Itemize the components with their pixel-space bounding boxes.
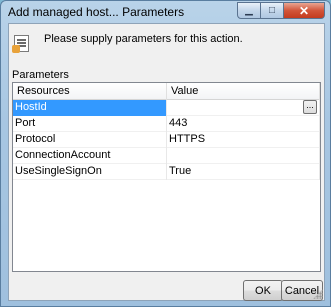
table-row[interactable]: UseSingleSignOn True bbox=[13, 164, 320, 180]
parameters-grid[interactable]: Resources Value HostId ... Port 443 Prot… bbox=[12, 82, 321, 272]
value-cell[interactable]: True bbox=[167, 164, 320, 180]
dialog-body: Please supply parameters for this action… bbox=[8, 23, 325, 301]
grid-header: Resources Value bbox=[13, 83, 320, 100]
dialog-window: Add managed host... Parameters ▁ □ ✕ Ple… bbox=[0, 0, 331, 307]
resource-cell[interactable]: Port bbox=[13, 116, 167, 132]
table-row[interactable]: HostId ... bbox=[13, 100, 320, 116]
value-cell[interactable]: 443 bbox=[167, 116, 320, 132]
table-row[interactable]: Port 443 bbox=[13, 116, 320, 132]
title-bar[interactable]: Add managed host... Parameters ▁ □ ✕ bbox=[1, 1, 330, 23]
ok-button[interactable]: OK bbox=[243, 280, 283, 301]
table-row[interactable]: ConnectionAccount bbox=[13, 148, 320, 164]
value-cell[interactable]: ... bbox=[167, 100, 320, 116]
resource-cell[interactable]: ConnectionAccount bbox=[13, 148, 167, 164]
document-parameters-icon bbox=[12, 35, 29, 53]
close-button[interactable]: ✕ bbox=[283, 2, 325, 19]
parameters-label: Parameters bbox=[12, 69, 69, 81]
maximize-button[interactable]: □ bbox=[260, 2, 284, 19]
value-cell[interactable] bbox=[167, 148, 320, 164]
resource-cell[interactable]: UseSingleSignOn bbox=[13, 164, 167, 180]
caption-buttons: ▁ □ ✕ bbox=[237, 2, 325, 19]
column-header-value[interactable]: Value bbox=[167, 83, 320, 100]
resource-cell[interactable]: HostId bbox=[13, 100, 167, 116]
resource-cell[interactable]: Protocol bbox=[13, 132, 167, 148]
table-row[interactable]: Protocol HTTPS bbox=[13, 132, 320, 148]
instruction-text: Please supply parameters for this action… bbox=[44, 33, 243, 45]
value-cell[interactable]: HTTPS bbox=[167, 132, 320, 148]
window-title: Add managed host... Parameters bbox=[8, 5, 185, 19]
browse-button[interactable]: ... bbox=[303, 100, 317, 114]
minimize-button[interactable]: ▁ bbox=[237, 2, 261, 19]
column-header-resources[interactable]: Resources bbox=[13, 83, 167, 100]
